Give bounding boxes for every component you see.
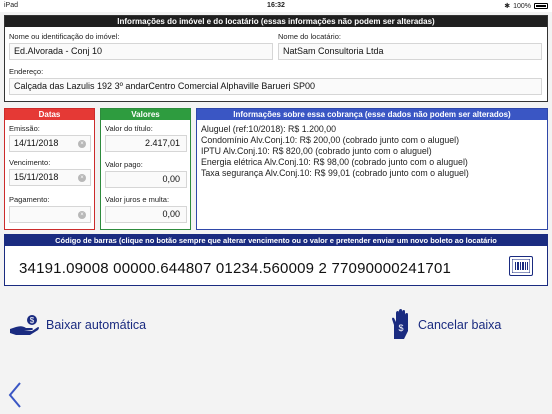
- status-right: ✱ 100%: [504, 2, 548, 10]
- valor-titulo-label: Valor do título:: [105, 124, 153, 133]
- bluetooth-icon: ✱: [504, 3, 511, 10]
- endereco-field: Calçada das Lazulis 192 3º andarCentro C…: [9, 78, 542, 95]
- barcode-button[interactable]: [509, 256, 533, 276]
- valor-pago-label: Valor pago:: [105, 160, 143, 169]
- clock: 16:32: [267, 2, 285, 9]
- clear-icon[interactable]: ×: [78, 140, 86, 148]
- valores-panel: Valores Valor do título: 2.417,01 Valor …: [100, 108, 191, 230]
- endereco-label: Endereço:: [9, 67, 44, 76]
- nome-imovel-field: Ed.Alvorada - Conj 10: [9, 43, 273, 60]
- barcode-number: 34191.09008 00000.644807 01234.560009 2 …: [19, 260, 452, 277]
- emissao-field[interactable]: 14/11/2018 ×: [9, 135, 91, 152]
- barcode-panel: Código de barras (clique no botão sempre…: [4, 234, 548, 286]
- cancelar-baixa-label: Cancelar baixa: [418, 318, 502, 332]
- cobranca-title: Informações sobre essa cobrança (esse da…: [197, 109, 547, 120]
- cobranca-line: Condomínio Alv.Conj.10: R$ 200,00 (cobra…: [201, 135, 460, 145]
- battery-icon: [534, 3, 548, 9]
- baixar-automatica-label: Baixar automática: [46, 318, 147, 332]
- locatario-label: Nome do locatário:: [278, 32, 341, 41]
- battery-percent: 100%: [513, 2, 531, 10]
- datas-panel: Datas Emissão: 14/11/2018 × Vencimento: …: [4, 108, 95, 230]
- svg-text:$: $: [398, 323, 403, 333]
- clear-icon[interactable]: ×: [78, 174, 86, 182]
- cobranca-line: Taxa segurança Alv.Conj.10: R$ 99,01 (co…: [201, 168, 469, 178]
- vencimento-label: Vencimento:: [9, 158, 51, 167]
- baixar-automatica-button[interactable]: $ Baixar automática: [8, 302, 146, 348]
- hand-dollar-icon: $: [392, 309, 408, 339]
- back-chevron-icon: [8, 382, 21, 408]
- pagamento-label: Pagamento:: [9, 195, 50, 204]
- imovel-panel: Informações do imóvel e do locatário (es…: [4, 15, 548, 102]
- emissao-value: 14/11/2018: [14, 138, 59, 148]
- status-bar: iPad 16:32 ✱ 100%: [0, 0, 552, 12]
- back-button[interactable]: [6, 380, 26, 410]
- valor-juros-label: Valor juros e multa:: [105, 195, 170, 204]
- svg-text:$: $: [30, 316, 35, 325]
- barcode-title: Código de barras (clique no botão sempre…: [5, 235, 547, 246]
- vencimento-field[interactable]: 15/11/2018 ×: [9, 169, 91, 186]
- barcode-icon: [512, 259, 530, 273]
- nome-imovel-label: Nome ou identificação do imóvel:: [9, 32, 120, 41]
- cobranca-line: IPTU Alv.Conj.10: R$ 820,00 (cobrado jun…: [201, 146, 432, 156]
- pagamento-field[interactable]: ×: [9, 206, 91, 223]
- vencimento-value: 15/11/2018: [14, 172, 59, 182]
- valor-titulo-field[interactable]: 2.417,01: [105, 135, 187, 152]
- locatario-field: NatSam Consultoria Ltda: [278, 43, 542, 60]
- cobranca-panel: Informações sobre essa cobrança (esse da…: [196, 108, 548, 230]
- cancelar-baixa-button[interactable]: $ Cancelar baixa: [388, 302, 501, 348]
- clear-icon[interactable]: ×: [78, 211, 86, 219]
- valor-juros-field[interactable]: 0,00: [105, 206, 187, 223]
- imovel-title: Informações do imóvel e do locatário (es…: [5, 16, 547, 27]
- valores-title: Valores: [101, 109, 190, 120]
- hand-money-icon: $: [10, 315, 39, 335]
- cobranca-line: Energia elétrica Alv.Conj.10: R$ 98,00 (…: [201, 157, 468, 167]
- emissao-label: Emissão:: [9, 124, 40, 133]
- datas-title: Datas: [5, 109, 94, 120]
- valor-pago-field[interactable]: 0,00: [105, 171, 187, 188]
- cobranca-line: Aluguel (ref:10/2018): R$ 1.200,00: [201, 124, 336, 134]
